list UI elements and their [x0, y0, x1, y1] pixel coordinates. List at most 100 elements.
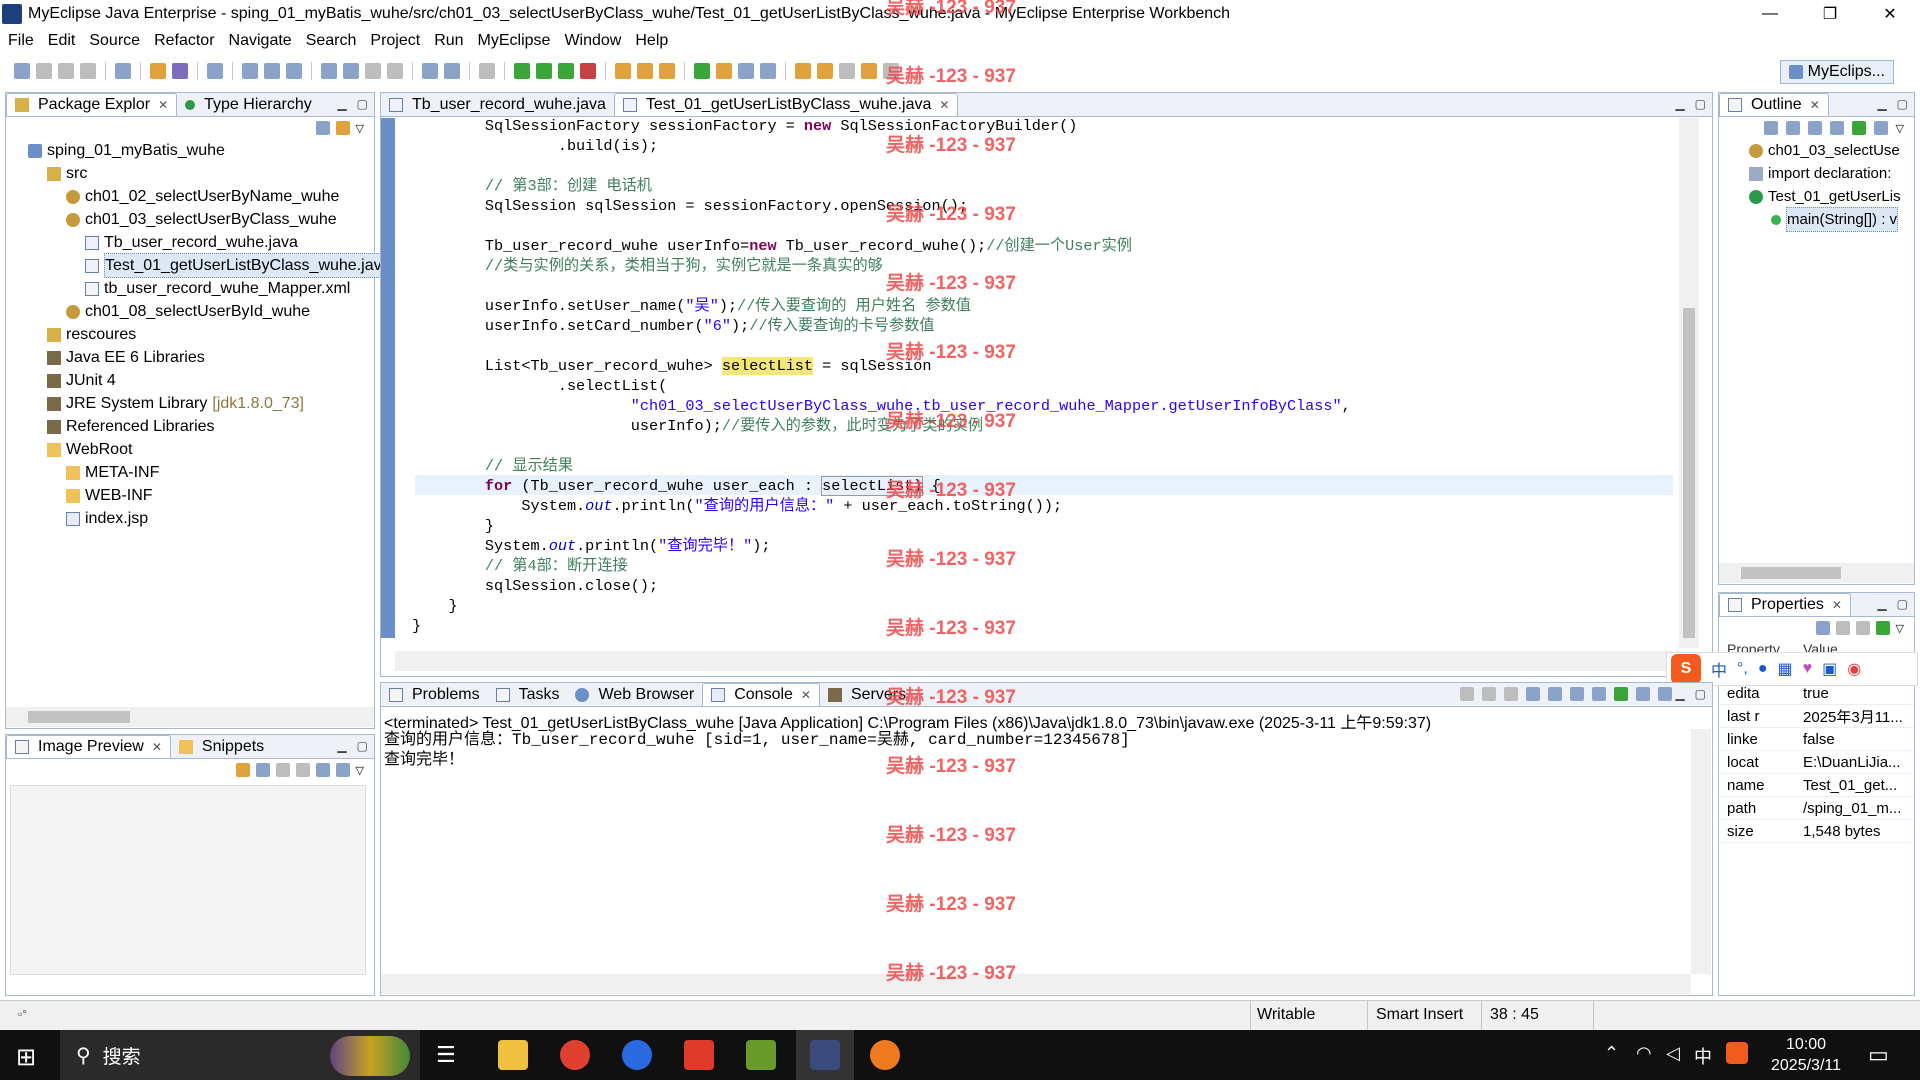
avatar-icon[interactable]: ◉ — [1847, 659, 1861, 679]
tree-item[interactable]: rescoures — [28, 323, 374, 346]
restore-default-icon[interactable] — [1855, 621, 1870, 635]
property-row[interactable]: last r 2025年3月11... — [1719, 705, 1914, 728]
tab-outline[interactable]: Outline ✕ — [1719, 93, 1829, 116]
keyboard-icon[interactable]: ▦ — [1778, 659, 1793, 679]
refresh-icon[interactable] — [235, 763, 250, 777]
menu-navigate[interactable]: Navigate — [229, 32, 292, 50]
history-forward-icon[interactable] — [387, 63, 403, 79]
zoom-in-icon[interactable] — [295, 763, 310, 777]
tree-item[interactable]: JUnit 4 — [28, 369, 374, 392]
tree-item[interactable]: sping_01_myBatis_wuhe — [28, 139, 374, 162]
tree-item[interactable]: ch01_02_selectUserByName_wuhe — [28, 185, 374, 208]
menu-project[interactable]: Project — [370, 32, 420, 50]
minimize-icon[interactable]: ▁ — [337, 97, 346, 111]
save-all-icon[interactable] — [58, 63, 74, 79]
maximize-icon[interactable]: ▢ — [1695, 97, 1706, 111]
display-console-icon[interactable] — [1636, 687, 1650, 701]
tree-item[interactable]: ch01_03_selectUse — [1749, 139, 1914, 162]
tree-item[interactable]: Test_01_getUserListByClass_wuhe.jav — [28, 253, 383, 278]
toolbox-icon[interactable]: ▣ — [1822, 659, 1837, 679]
tree-item[interactable]: import declaration: — [1749, 162, 1914, 185]
notifications-icon[interactable]: ▭ — [1868, 1042, 1889, 1068]
maximize-icon[interactable]: ▢ — [357, 97, 368, 111]
actual-size-icon[interactable] — [315, 763, 330, 777]
deploy-icon[interactable] — [242, 63, 258, 79]
tree-item[interactable]: JRE System Library [jdk1.8.0_73] — [28, 392, 374, 415]
menu-source[interactable]: Source — [89, 32, 140, 50]
server-icon[interactable] — [207, 63, 223, 79]
remove-launch-icon[interactable] — [1482, 687, 1496, 701]
tree-item[interactable]: src — [28, 162, 374, 185]
close-icon[interactable]: ✕ — [158, 98, 168, 112]
collapse-icon[interactable] — [1763, 121, 1778, 135]
back-icon[interactable] — [861, 63, 877, 79]
prev-annotation-icon[interactable] — [817, 63, 833, 79]
last-edit-icon[interactable] — [839, 63, 855, 79]
print-icon[interactable] — [80, 63, 96, 79]
run-icon[interactable] — [536, 63, 552, 79]
hide-local-icon[interactable] — [1873, 121, 1888, 135]
taskbar-search-box[interactable]: ⚲ 搜索 — [60, 1030, 420, 1080]
property-row[interactable]: linke false — [1719, 728, 1914, 751]
view-menu-icon[interactable]: ▽ — [1896, 622, 1904, 635]
open-console-icon[interactable] — [1658, 687, 1672, 701]
next-annotation-icon[interactable] — [795, 63, 811, 79]
remove-all-icon[interactable] — [1504, 687, 1518, 701]
close-icon[interactable]: ✕ — [152, 740, 162, 754]
sort-icon[interactable] — [1785, 121, 1800, 135]
globe-icon[interactable] — [286, 63, 302, 79]
run-server-icon[interactable] — [264, 63, 280, 79]
tab-package-explorer[interactable]: Package Explor ✕ — [6, 93, 178, 116]
microphone-icon[interactable]: ● — [1758, 660, 1768, 678]
minimize-icon[interactable]: ▁ — [1877, 597, 1886, 611]
property-row[interactable]: locat E:\DuanLiJia... — [1719, 751, 1914, 774]
maximize-icon[interactable]: ▢ — [1897, 97, 1908, 111]
code-editor[interactable]: SqlSessionFactory sessionFactory = new S… — [412, 116, 1351, 636]
property-row[interactable]: path/sping_01_m... — [1719, 797, 1914, 820]
task-view-icon[interactable]: ☰ — [436, 1042, 456, 1068]
show-on-output-icon[interactable] — [1592, 687, 1606, 701]
highlight-icon[interactable] — [716, 63, 732, 79]
tab-properties[interactable]: Properties ✕ — [1719, 593, 1851, 616]
history-back-icon[interactable] — [365, 63, 381, 79]
tree-item[interactable]: ch01_03_selectUserByClass_wuhe — [28, 208, 374, 231]
hide-fields-icon[interactable] — [1807, 121, 1822, 135]
toggle-breadcrumb-icon[interactable] — [694, 63, 710, 79]
scroll-lock-icon[interactable] — [1548, 687, 1562, 701]
view-menu-icon[interactable]: ▽ — [1896, 122, 1904, 135]
tree-item[interactable]: tb_user_record_wuhe_Mapper.xml — [28, 277, 374, 300]
external-tools-icon[interactable] — [580, 63, 596, 79]
open-type-icon[interactable] — [150, 63, 166, 79]
terminal-icon[interactable] — [479, 63, 495, 79]
skin-icon[interactable]: ♥ — [1803, 660, 1813, 678]
outline-horizontal-scrollbar[interactable] — [1719, 563, 1914, 583]
show-whitespace-icon[interactable] — [760, 63, 776, 79]
tab-tb-user-record[interactable]: Tb_user_record_wuhe.java — [381, 93, 614, 116]
chrome-icon[interactable] — [560, 1040, 590, 1070]
menu-search[interactable]: Search — [306, 32, 357, 50]
new-wizard-icon[interactable] — [115, 63, 131, 79]
perspective-switcher[interactable]: MyEclips... — [1779, 60, 1894, 84]
show-hidden-icons[interactable]: ⌃ — [1604, 1043, 1619, 1064]
block-selection-icon[interactable] — [738, 63, 754, 79]
myeclipse-taskbar-active[interactable] — [796, 1030, 854, 1080]
fit-window-icon[interactable] — [335, 763, 350, 777]
minimize-icon[interactable]: ▁ — [337, 739, 346, 753]
tree-item[interactable]: WEB-INF — [28, 484, 374, 507]
hide-nonpublic-icon[interactable] — [1851, 121, 1866, 135]
tree-item[interactable]: index.jsp — [28, 507, 374, 530]
view-menu-icon[interactable]: ▽ — [356, 122, 364, 135]
fast-view-icon[interactable]: ▫° — [18, 1007, 27, 1021]
minimize-button[interactable]: — — [1740, 0, 1800, 28]
tab-web-browser[interactable]: Web Browser — [567, 683, 702, 706]
editor-vertical-scrollbar[interactable] — [1679, 118, 1699, 648]
save-icon[interactable] — [36, 63, 52, 79]
ime-lang[interactable]: 中 — [1711, 657, 1727, 681]
hide-static-icon[interactable] — [1829, 121, 1844, 135]
open-perspective-icon[interactable] — [422, 63, 438, 79]
categories-icon[interactable] — [1815, 621, 1830, 635]
maximize-icon[interactable]: ▢ — [357, 739, 368, 753]
wps-icon[interactable] — [684, 1040, 714, 1070]
menu-file[interactable]: File — [8, 32, 34, 50]
new-project-icon[interactable] — [321, 63, 337, 79]
